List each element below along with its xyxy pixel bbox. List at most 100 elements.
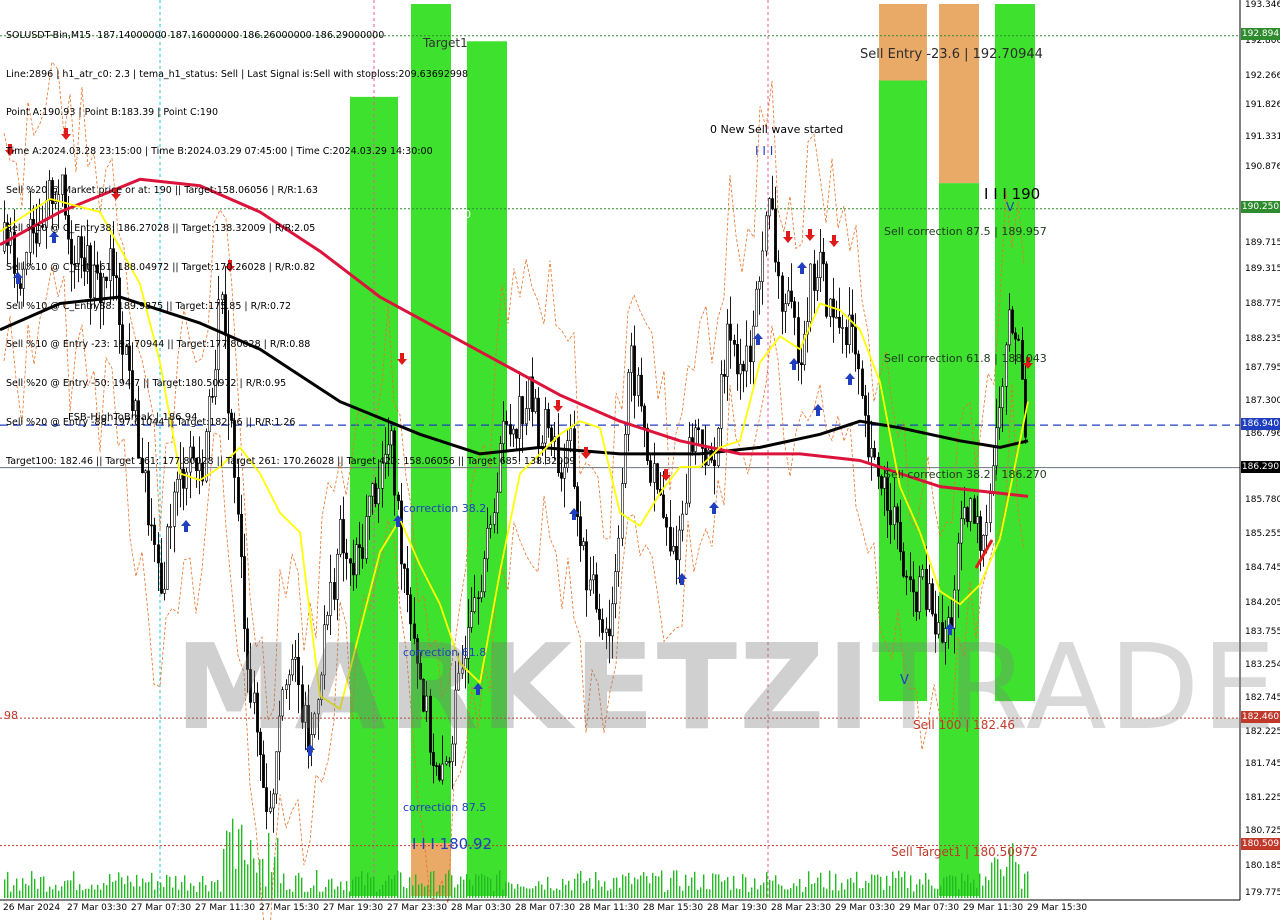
signal-zone xyxy=(879,4,927,81)
volume-bar xyxy=(472,885,474,898)
volume-bar xyxy=(61,886,63,898)
candle-up xyxy=(582,541,585,546)
price-tick: 182.745 xyxy=(1245,693,1280,703)
volume-bar xyxy=(442,885,444,898)
volume-bar xyxy=(910,875,912,898)
volume-bar xyxy=(1024,873,1026,898)
volume-bar xyxy=(400,872,402,898)
candle-up xyxy=(752,325,755,363)
volume-bar xyxy=(955,876,957,898)
time-tick: 29 Mar 03:30 xyxy=(835,903,896,913)
candle-down xyxy=(880,476,883,489)
volume-bar xyxy=(505,881,507,898)
candle-down xyxy=(358,544,361,549)
candle-down xyxy=(150,524,153,527)
candle-up xyxy=(739,363,742,375)
volume-bar xyxy=(358,876,360,898)
volume-bar xyxy=(946,876,948,898)
volume-bar xyxy=(1021,888,1023,898)
volume-bar xyxy=(565,884,567,898)
volume-bar xyxy=(700,887,702,898)
volume-bar xyxy=(187,890,189,898)
price-tick: 183.254 xyxy=(1245,660,1280,670)
volume-bar xyxy=(544,889,546,898)
volume-bar xyxy=(535,885,537,898)
time-tick: 27 Mar 07:30 xyxy=(131,903,192,913)
volume-bar xyxy=(487,876,489,898)
volume-bar xyxy=(79,884,81,898)
price-tick: 187.795 xyxy=(1245,363,1280,373)
volume-bar xyxy=(361,871,363,898)
candle-up xyxy=(672,545,675,552)
volume-bar xyxy=(4,879,6,898)
volume-bar xyxy=(250,840,252,898)
volume-bar xyxy=(313,885,315,898)
candle-down xyxy=(813,263,816,291)
volume-bar xyxy=(961,873,963,898)
correction-875-label: correction 87.5 xyxy=(403,801,487,814)
candle-down xyxy=(352,562,355,576)
volume-bar xyxy=(337,886,339,898)
candle-up xyxy=(329,581,332,616)
volume-bar xyxy=(190,883,192,898)
volume-bar xyxy=(664,891,666,898)
volume-bar xyxy=(154,889,156,898)
volume-bar xyxy=(784,889,786,898)
volume-bar xyxy=(583,883,585,898)
candle-up xyxy=(614,571,617,605)
sell-correction-875-label: Sell correction 87.5 | 189.957 xyxy=(884,225,1047,238)
candle-up xyxy=(758,281,761,290)
volume-bar xyxy=(928,879,930,898)
volume-bar xyxy=(520,886,522,898)
volume-bar xyxy=(340,881,342,898)
volume-bar xyxy=(685,874,687,898)
volume-bar xyxy=(364,885,366,898)
volume-bar xyxy=(802,891,804,898)
volume-bar xyxy=(298,872,300,898)
candle-down xyxy=(262,754,265,788)
volume-bar xyxy=(979,873,981,898)
volume-bar xyxy=(820,872,822,898)
volume-bar xyxy=(376,891,378,898)
sell-correction-618-label: Sell correction 61.8 | 188.043 xyxy=(884,352,1047,365)
volume-bar xyxy=(493,891,495,898)
volume-bar xyxy=(814,883,816,898)
iii-top-label: I I I xyxy=(755,144,774,158)
volume-bar xyxy=(532,888,534,898)
volume-bar xyxy=(712,873,714,898)
volume-bar xyxy=(148,881,150,898)
volume-bar xyxy=(799,878,801,898)
candle-down xyxy=(477,597,480,600)
volume-bar xyxy=(721,881,723,898)
volume-bar xyxy=(631,884,633,898)
volume-bar xyxy=(826,888,828,898)
volume-bar xyxy=(688,885,690,898)
volume-bar xyxy=(469,879,471,898)
volume-bar xyxy=(178,889,180,898)
volume-bar xyxy=(406,888,408,898)
volume-bar xyxy=(601,886,603,898)
price-tag: 180.509 xyxy=(1241,838,1280,850)
volume-bar xyxy=(751,887,753,898)
candle-up xyxy=(473,597,476,613)
volume-bar xyxy=(325,887,327,898)
volume-bar xyxy=(385,880,387,898)
volume-bar xyxy=(670,877,672,898)
volume-bar xyxy=(226,830,228,898)
candle-up xyxy=(377,487,380,505)
candle-down xyxy=(403,563,406,569)
volume-bar xyxy=(730,889,732,898)
volume-bar xyxy=(1006,866,1008,898)
price-tick: 191.331 xyxy=(1245,132,1280,142)
candle-down xyxy=(729,323,732,341)
volume-bar xyxy=(355,876,357,898)
price-tag: 190.250 xyxy=(1241,201,1280,213)
volume-bar xyxy=(682,890,684,898)
candle-up xyxy=(745,345,748,372)
volume-bar xyxy=(394,875,396,898)
candle-down xyxy=(886,476,889,511)
volume-bar xyxy=(193,885,195,898)
volume-bar xyxy=(991,862,993,898)
volume-bar xyxy=(13,885,15,898)
volume-bar xyxy=(829,870,831,898)
